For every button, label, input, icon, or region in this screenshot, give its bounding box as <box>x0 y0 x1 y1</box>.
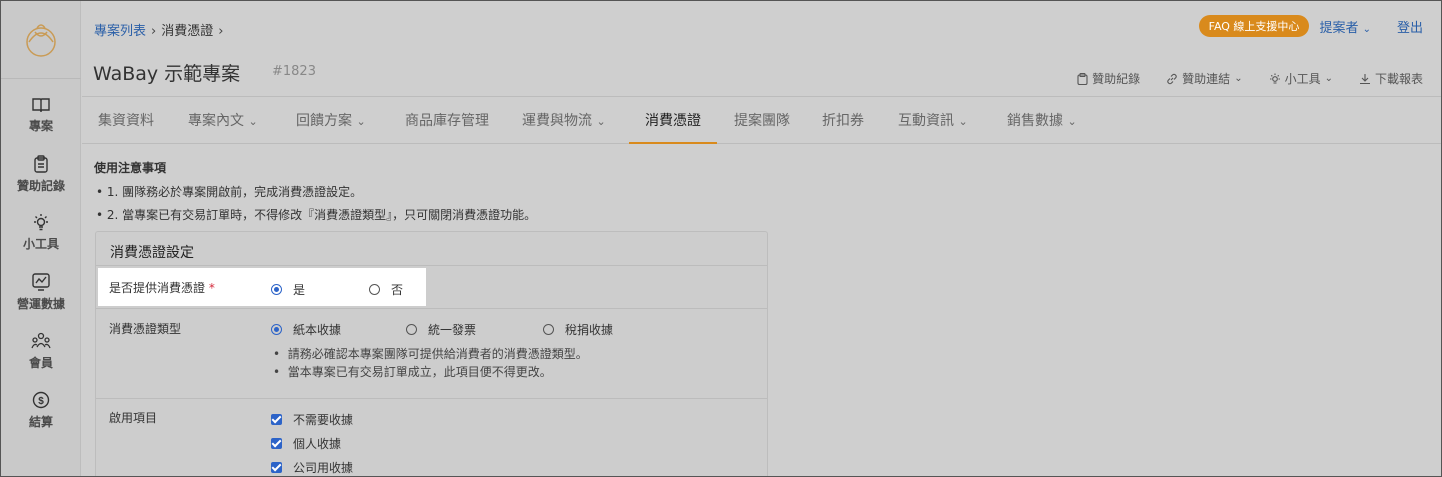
sidebar-item-label: 贊助記錄 <box>16 179 65 193</box>
lightbulb-icon <box>34 214 48 231</box>
logo-icon <box>26 23 56 57</box>
tab-bar: 集資資料 專案內文 ⌄ 回饋方案 ⌄ 商品庫存管理 運費與物流 ⌄ 消費憑證 提… <box>82 98 1441 144</box>
type-paper-radio[interactable]: 紙本收據 <box>271 321 341 338</box>
checkbox-checked[interactable] <box>271 414 282 425</box>
chevron-down-icon: ⌄ <box>356 115 366 128</box>
chevron-down-icon: ⌄ <box>1067 115 1077 128</box>
book-icon <box>32 98 50 113</box>
clipboard-icon <box>1077 72 1088 85</box>
logo[interactable] <box>1 1 81 79</box>
sidebar-item-tools[interactable]: 小工具 <box>1 213 81 252</box>
checkbox-checked[interactable] <box>271 438 282 449</box>
project-id: #1823 <box>272 64 316 79</box>
role-label: 提案者 <box>1319 20 1359 36</box>
tool-label: 下載報表 <box>1374 72 1423 86</box>
tools-dropdown[interactable]: 小工具 ⌄ <box>1269 70 1333 87</box>
dollar-icon: $ <box>32 391 50 409</box>
type-hint: • 當本專案已有交易訂單成立，此項目便不得更改。 <box>273 365 552 379</box>
clipboard-icon <box>34 155 48 173</box>
sidebar-item-label: 營運數據 <box>16 297 65 311</box>
header-tools: 贊助紀錄 贊助連結 ⌄ 小工具 ⌄ 下載報表 <box>1051 70 1423 87</box>
tab-inventory[interactable]: 商品庫存管理 <box>405 98 489 144</box>
sidebar-item-members[interactable]: 會員 <box>1 332 81 371</box>
role-dropdown[interactable]: 提案者 ⌄ <box>1319 17 1371 36</box>
chart-icon <box>32 273 50 291</box>
note-item: • 2. 當專案已有交易訂單時，不得修改『消費憑證類型』，只可關閉消費憑證功能。 <box>96 208 537 222</box>
lightbulb-icon <box>1269 73 1280 84</box>
chevron-down-icon: ⌄ <box>1324 73 1333 84</box>
chevron-down-icon: ⌄ <box>596 115 606 128</box>
logout-link[interactable]: 登出 <box>1397 17 1423 36</box>
divider <box>96 398 767 399</box>
tab-shipping[interactable]: 運費與物流 ⌄ <box>522 98 606 144</box>
checkbox-checked[interactable] <box>271 462 282 473</box>
sidebar-item-label: 結算 <box>28 415 53 429</box>
tab-rewards[interactable]: 回饋方案 ⌄ <box>296 98 366 144</box>
chevron-down-icon: ⌄ <box>958 115 968 128</box>
page-title: WaBay 示範專案 <box>93 63 241 85</box>
sidebar: 專案 贊助記錄 小工具 營運數據 會員 $ 結算 <box>1 1 81 476</box>
note-item: • 1. 團隊務必於專案開啟前，完成消費憑證設定。 <box>96 185 363 199</box>
tab-team[interactable]: 提案團隊 <box>734 98 790 144</box>
provide-no-radio[interactable]: 否 <box>369 281 403 298</box>
radio-unselected[interactable] <box>543 324 554 335</box>
breadcrumb-project-list[interactable]: 專案列表 <box>94 24 146 39</box>
sponsor-records-button[interactable]: 贊助紀錄 <box>1077 70 1140 87</box>
tool-label: 贊助連結 <box>1182 72 1231 86</box>
chevron-right-icon: › <box>151 24 157 39</box>
svg-text:$: $ <box>38 396 44 407</box>
tab-interaction[interactable]: 互動資訊 ⌄ <box>898 98 968 144</box>
enabled-items-label: 啟用項目 <box>109 411 158 425</box>
tab-receipt[interactable]: 消費憑證 <box>629 98 717 144</box>
receipt-type-label: 消費憑證類型 <box>109 322 182 336</box>
header: 專案列表 › 消費憑證 › WaBay 示範專案 #1823 FAQ 線上支援中心 提… <box>82 1 1441 97</box>
link-icon <box>1167 73 1177 84</box>
sidebar-item-sponsor-records[interactable]: 贊助記錄 <box>1 155 81 194</box>
chevron-right-icon: › <box>218 24 224 39</box>
app-frame: 專案 贊助記錄 小工具 營運數據 會員 $ 結算 專案列表 › 消費憑證 › W… <box>0 0 1442 477</box>
tool-label: 小工具 <box>1284 72 1321 86</box>
sidebar-item-label: 專案 <box>28 119 53 133</box>
tool-label: 贊助紀錄 <box>1092 72 1141 86</box>
top-right-actions: FAQ 線上支援中心 提案者 ⌄ 登出 <box>1198 15 1423 37</box>
divider <box>96 265 767 266</box>
radio-unselected[interactable] <box>406 324 417 335</box>
faq-button[interactable]: FAQ 線上支援中心 <box>1198 15 1310 37</box>
sidebar-item-operations[interactable]: 營運數據 <box>1 273 81 312</box>
type-tax-receipt-radio[interactable]: 稅捐收據 <box>543 321 613 338</box>
provide-receipt-label: 是否提供消費憑證 * <box>109 281 215 295</box>
chevron-down-icon: ⌄ <box>248 115 258 128</box>
sidebar-item-settlement[interactable]: $ 結算 <box>1 391 81 430</box>
sidebar-item-label: 小工具 <box>22 237 59 251</box>
tab-sales-data[interactable]: 銷售數據 ⌄ <box>1007 98 1077 144</box>
radio-selected[interactable] <box>271 284 282 295</box>
sidebar-item-label: 會員 <box>28 356 53 370</box>
sponsor-link-dropdown[interactable]: 贊助連結 ⌄ <box>1166 70 1243 87</box>
enabled-no-receipt-checkbox[interactable]: 不需要收據 <box>271 411 353 428</box>
download-icon <box>1359 73 1370 84</box>
tab-coupons[interactable]: 折扣券 <box>822 98 864 144</box>
divider <box>96 308 767 309</box>
users-icon <box>31 332 51 349</box>
chevron-down-icon: ⌄ <box>1234 73 1243 84</box>
type-hint: • 請務必確認本專案團隊可提供給消費者的消費憑證類型。 <box>273 347 588 361</box>
breadcrumb: 專案列表 › 消費憑證 › <box>94 20 228 39</box>
download-report-button[interactable]: 下載報表 <box>1359 70 1423 87</box>
required-mark: * <box>208 281 215 295</box>
notes-title: 使用注意事項 <box>94 161 167 175</box>
radio-selected[interactable] <box>271 324 282 335</box>
breadcrumb-current: 消費憑證 <box>161 24 214 39</box>
chevron-down-icon: ⌄ <box>1362 23 1371 35</box>
enabled-company-receipt-checkbox[interactable]: 公司用收據 <box>271 459 353 476</box>
tab-project-content[interactable]: 專案內文 ⌄ <box>188 98 258 144</box>
sidebar-item-project[interactable]: 專案 <box>1 97 81 134</box>
provide-yes-radio[interactable]: 是 <box>271 281 305 298</box>
tab-funding-info[interactable]: 集資資料 <box>98 98 154 144</box>
type-invoice-radio[interactable]: 統一發票 <box>406 321 476 338</box>
enabled-personal-receipt-checkbox[interactable]: 個人收據 <box>271 435 341 452</box>
card-title: 消費憑證設定 <box>110 245 194 261</box>
radio-unselected[interactable] <box>369 284 380 295</box>
